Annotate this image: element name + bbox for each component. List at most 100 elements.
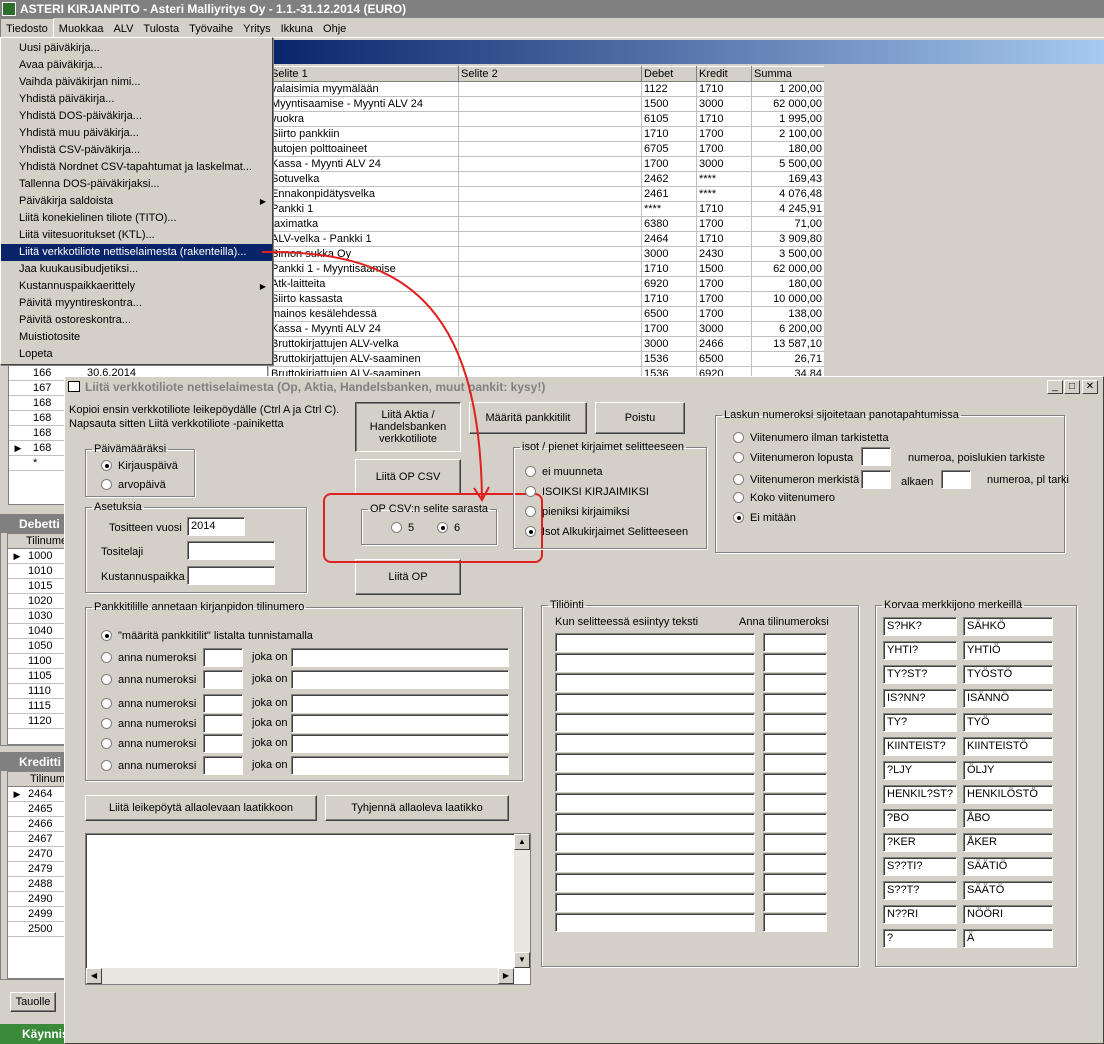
scroll-down-icon[interactable]: ▼ [514, 952, 530, 968]
journal-cell[interactable]: 169,43 [751, 171, 824, 187]
journal-cell[interactable]: 3 909,80 [751, 231, 824, 247]
replace-from-input[interactable]: KIINTEIST? [883, 737, 957, 756]
posting-text-input[interactable] [555, 753, 755, 772]
posting-account-input[interactable] [763, 873, 827, 892]
journal-cell[interactable] [458, 306, 642, 322]
menu-ohje[interactable]: Ohje [318, 19, 351, 39]
journal-cell[interactable]: Bruttokirjattujen ALV-velka [268, 336, 459, 352]
bank-number-input[interactable] [203, 714, 243, 733]
journal-cell[interactable]: autojen polttoaineet [268, 141, 459, 157]
account-row[interactable]: 1050 [8, 639, 66, 654]
file-menu-item[interactable]: Muistiotosite [1, 329, 272, 346]
journal-cell[interactable]: Ennakonpidätysvelka [268, 186, 459, 202]
col-summa[interactable]: Summa [751, 66, 824, 82]
posting-text-input[interactable] [555, 913, 755, 932]
replace-to-input[interactable]: SÄÄTIÖ [963, 857, 1053, 876]
bank-account-input[interactable] [291, 734, 509, 753]
replace-to-input[interactable]: YHTIÖ [963, 641, 1053, 660]
journal-row[interactable]: Kassa - Myynti ALV 24 1700 3000 5 500,00 [268, 156, 824, 172]
bank-number-input[interactable] [203, 734, 243, 753]
account-row[interactable]: 2470 [8, 847, 66, 862]
replace-from-input[interactable]: ? [883, 929, 957, 948]
journal-cell[interactable]: **** [696, 171, 752, 187]
journal-row[interactable]: Kassa - Myynti ALV 24 1700 3000 6 200,00 [268, 321, 824, 337]
bank-account-input[interactable] [291, 670, 509, 689]
textarea-hscroll[interactable]: ◀ ▶ [86, 968, 514, 984]
replace-from-input[interactable]: IS?NN? [883, 689, 957, 708]
col-debet[interactable]: Debet [641, 66, 697, 82]
journal-row[interactable]: Pankki 1 - Myyntisaamise 1710 1500 62 000,0… [268, 261, 824, 277]
file-menu-item[interactable]: Yhdistä DOS-päiväkirja... [1, 108, 272, 125]
journal-cell[interactable]: 6920 [696, 366, 752, 376]
journal-cell[interactable]: mainos kesälehdessä [268, 306, 459, 322]
replace-to-input[interactable]: KIINTEISTÖ [963, 737, 1053, 756]
account-row[interactable]: 2467 [8, 832, 66, 847]
journal-cell[interactable]: Pankki 1 [268, 201, 459, 217]
journal-cell[interactable]: 1710 [641, 126, 697, 142]
file-menu-item[interactable]: Lopeta [1, 346, 272, 363]
file-menu-item[interactable]: Liitä viitesuoritukset (KTL)... [1, 227, 272, 244]
radio-kirjauspaiva[interactable]: Kirjauspäivä [101, 459, 178, 473]
journal-cell[interactable]: 1700 [696, 291, 752, 307]
posting-text-input[interactable] [555, 893, 755, 912]
journal-cell[interactable] [458, 96, 642, 112]
journal-cell[interactable]: 1700 [696, 216, 752, 232]
account-row[interactable]: 2488 [8, 877, 66, 892]
bank-account-input[interactable] [291, 648, 509, 667]
replace-to-input[interactable]: ÖLJY [963, 761, 1053, 780]
replace-from-input[interactable]: YHTI? [883, 641, 957, 660]
journal-cell[interactable] [458, 276, 642, 292]
journal-row[interactable]: vuokra 6105 1710 1 995,00 [268, 111, 824, 127]
journal-cell[interactable]: Simon sukka Oy [268, 246, 459, 262]
file-menu-item[interactable]: Jaa kuukausibudjetiksi... [1, 261, 272, 278]
file-menu-item[interactable]: Yhdistä päiväkirja... [1, 91, 272, 108]
file-menu-item[interactable]: Liitä konekielinen tiliote (TITO)... [1, 210, 272, 227]
file-menu-item[interactable]: Kustannuspaikkaerittely ▶ [1, 278, 272, 295]
journal-cell[interactable]: 1710 [696, 231, 752, 247]
statement-textarea[interactable]: ▲ ▼ ◀ ▶ [85, 833, 531, 985]
radio-bank-number[interactable]: anna numeroksi [101, 759, 196, 773]
journal-cell[interactable]: taximatka [268, 216, 459, 232]
journal-row[interactable]: Siirto pankkiin 1710 1700 2 100,00 [268, 126, 824, 142]
scroll-right-icon[interactable]: ▶ [498, 968, 514, 984]
journal-cell[interactable]: 62 000,00 [751, 261, 824, 277]
posting-text-input[interactable] [555, 773, 755, 792]
scroll-up-icon[interactable]: ▲ [514, 834, 530, 850]
journal-cell[interactable]: 6500 [641, 306, 697, 322]
account-row[interactable]: 1015 [8, 579, 66, 594]
journal-row[interactable]: Ennakonpidätysvelka 2461 **** 4 076,48 [268, 186, 824, 202]
journal-cell[interactable]: 5 500,00 [751, 156, 824, 172]
journal-cell[interactable]: 1536 [641, 351, 697, 367]
posting-account-input[interactable] [763, 853, 827, 872]
account-row[interactable]: 1120 [8, 714, 66, 729]
file-menu-item[interactable]: Liitä verkkotiliote nettiselaimesta (rak… [1, 244, 272, 261]
journal-cell[interactable] [458, 321, 642, 337]
journal-cell[interactable]: 1122 [641, 81, 697, 97]
account-row[interactable]: 1110 [8, 684, 66, 699]
journal-cell[interactable]: 1710 [641, 291, 697, 307]
journal-cell[interactable]: ALV-velka - Pankki 1 [268, 231, 459, 247]
posting-text-input[interactable] [555, 693, 755, 712]
radio-bank-number[interactable]: anna numeroksi [101, 651, 196, 665]
journal-cell[interactable]: 6 200,00 [751, 321, 824, 337]
account-row[interactable]: 1020 [8, 594, 66, 609]
journal-cell[interactable]: 3000 [696, 96, 752, 112]
posting-text-input[interactable] [555, 653, 755, 672]
journal-cell[interactable] [458, 231, 642, 247]
minimize-button[interactable]: _ [1047, 380, 1063, 394]
posting-account-input[interactable] [763, 773, 827, 792]
replace-from-input[interactable]: TY? [883, 713, 957, 732]
journal-cell[interactable]: 6500 [696, 351, 752, 367]
journal-cell[interactable]: Atk-laitteita [268, 276, 459, 292]
scroll-left-icon[interactable]: ◀ [86, 968, 102, 984]
account-row[interactable]: 1115 [8, 699, 66, 714]
journal-cell[interactable] [458, 171, 642, 187]
clear-box-button[interactable]: Tyhjennä allaoleva laatikko [325, 795, 509, 821]
radio-ref-from-char[interactable]: Viitenumeron merkistä [733, 473, 859, 487]
journal-cell[interactable]: 2464 [641, 231, 697, 247]
journal-cell[interactable]: 1 200,00 [751, 81, 824, 97]
journal-cell[interactable] [458, 336, 642, 352]
close-button[interactable]: ✕ [1082, 380, 1098, 394]
replace-from-input[interactable]: ?LJY [883, 761, 957, 780]
journal-cell[interactable]: 26,71 [751, 351, 824, 367]
